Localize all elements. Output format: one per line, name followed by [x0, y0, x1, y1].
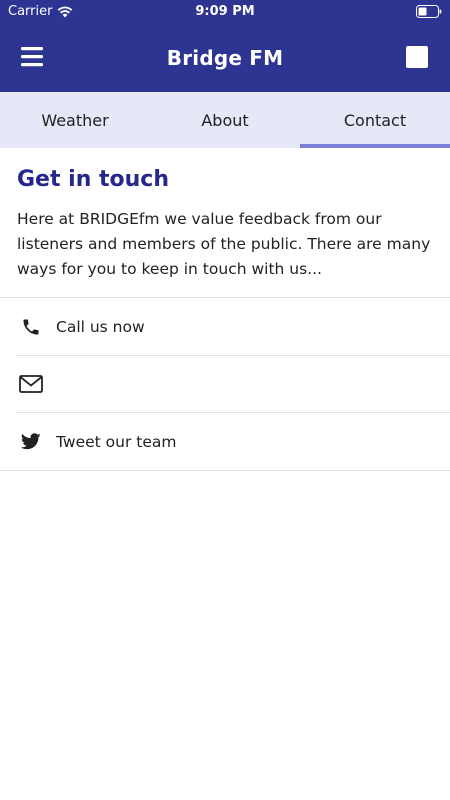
tab-contact[interactable]: Contact: [300, 92, 450, 148]
list-divider: [0, 469, 450, 471]
call-us-item[interactable]: Call us now: [0, 298, 450, 356]
tab-weather-label: Weather: [41, 110, 109, 130]
twitter-icon: [19, 430, 43, 454]
tab-bar: Weather About Contact: [0, 92, 450, 148]
phone-icon: [19, 315, 43, 339]
tweet-label: Tweet our team: [56, 432, 177, 451]
status-time: 9:09 PM: [195, 4, 255, 19]
tab-contact-label: Contact: [343, 110, 407, 130]
tab-about[interactable]: About: [150, 92, 300, 148]
contact-content: Get in touch Here at BRIDGEfm we value f…: [0, 148, 450, 471]
intro-text: Here at BRIDGEfm we value feedback from …: [17, 210, 431, 278]
status-bar: Carrier 9:09 PM: [0, 0, 450, 24]
call-us-label: Call us now: [56, 317, 145, 336]
tab-weather[interactable]: Weather: [0, 92, 150, 148]
tab-about-label: About: [201, 110, 249, 130]
page-title: Get in touch: [17, 167, 170, 192]
battery-icon: [416, 5, 442, 18]
email-icon: [19, 372, 43, 396]
app-bar: Bridge FM: [0, 24, 450, 92]
tweet-item[interactable]: Tweet our team: [0, 413, 450, 471]
contact-list: Call us now Tweet our team: [0, 298, 450, 471]
stop-button-icon[interactable]: [406, 46, 428, 68]
app-title: Bridge FM: [166, 46, 284, 70]
email-item[interactable]: [0, 356, 450, 413]
